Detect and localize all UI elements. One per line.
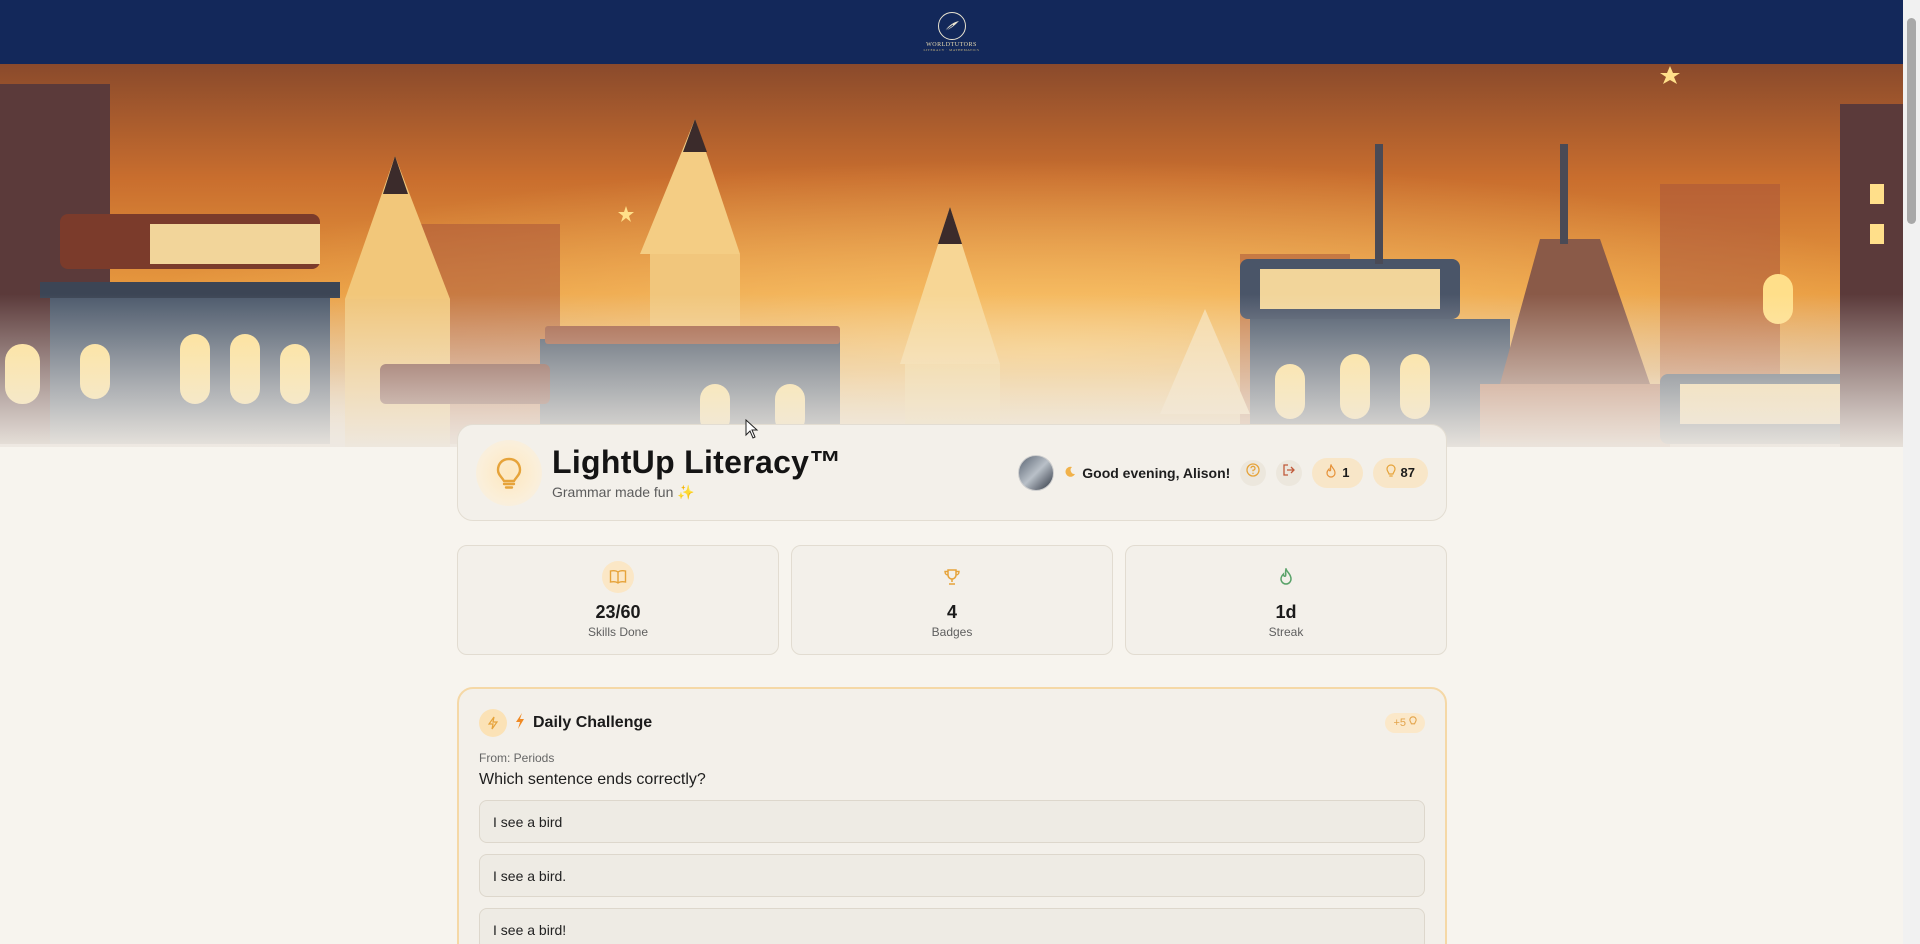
title-block: LightUp Literacy™ Grammar made fun ✨ [552,444,842,501]
help-circle-icon [1246,463,1260,482]
flame-icon [1325,463,1337,481]
answer-option-1[interactable]: I see a bird [479,800,1425,843]
stat-label: Badges [931,625,973,639]
logout-button[interactable] [1276,459,1303,486]
book-open-icon [602,561,634,593]
challenge-question: Which sentence ends correctly? [479,771,706,788]
brand-tagline: LITERACY · MATHEMATICS [923,48,980,52]
help-button[interactable] [1240,459,1267,486]
challenge-title: Daily Challenge [533,714,653,731]
hero-banner-illustration [0,64,1903,447]
scrollbar-thumb[interactable] [1907,18,1916,224]
bolt-emoji-icon [515,712,525,734]
app-title: LightUp Literacy™ [552,444,842,480]
mouse-cursor-icon [745,418,759,444]
greeting: Good evening, Alison! [1064,465,1230,481]
challenge-source: From: Periods [479,751,555,765]
greeting-text: Good evening, Alison! [1082,464,1231,481]
page-scrollbar[interactable] [1903,0,1920,944]
user-avatar[interactable] [1018,454,1055,491]
stat-card-streak: 1d Streak [1125,545,1447,655]
feather-logo-icon[interactable] [937,12,966,40]
stat-value: 23/60 [595,602,641,622]
points-count: 87 [1400,465,1415,480]
header-user-area: Good evening, Alison! 1 87 [1018,454,1428,491]
points-pill[interactable]: 87 [1372,457,1428,488]
stat-card-skills: 23/60 Skills Done [457,545,779,655]
answer-option-3[interactable]: I see a bird! [479,908,1425,944]
moon-icon [1064,465,1076,481]
top-brand-bar: WORLDTUTORS LITERACY · MATHEMATICS [0,0,1903,64]
logout-icon [1282,463,1296,482]
stat-label: Skills Done [587,625,649,639]
stat-value: 4 [946,602,957,622]
lightning-icon [479,709,507,737]
stat-value: 1d [1275,602,1297,622]
streak-count: 1 [1342,465,1350,480]
app-header-card: LightUp Literacy™ Grammar made fun ✨ Goo… [457,424,1447,521]
app-subtitle: Grammar made fun ✨ [552,484,695,500]
stat-card-badges: 4 Badges [791,545,1113,655]
challenge-reward-badge: +5 [1385,713,1425,733]
reward-amount: +5 [1393,717,1406,729]
lightbulb-icon [1409,716,1417,730]
flame-icon [1270,561,1302,593]
lightbulb-icon [1385,464,1396,481]
trophy-icon [936,561,968,593]
stat-label: Streak [1268,625,1304,639]
challenge-header: Daily Challenge +5 [479,709,1425,737]
lightbulb-logo-icon [476,439,542,506]
daily-challenge-card: Daily Challenge +5 From: Periods Which s… [457,687,1447,944]
answer-option-2[interactable]: I see a bird. [479,854,1425,897]
streak-pill[interactable]: 1 [1312,457,1363,488]
